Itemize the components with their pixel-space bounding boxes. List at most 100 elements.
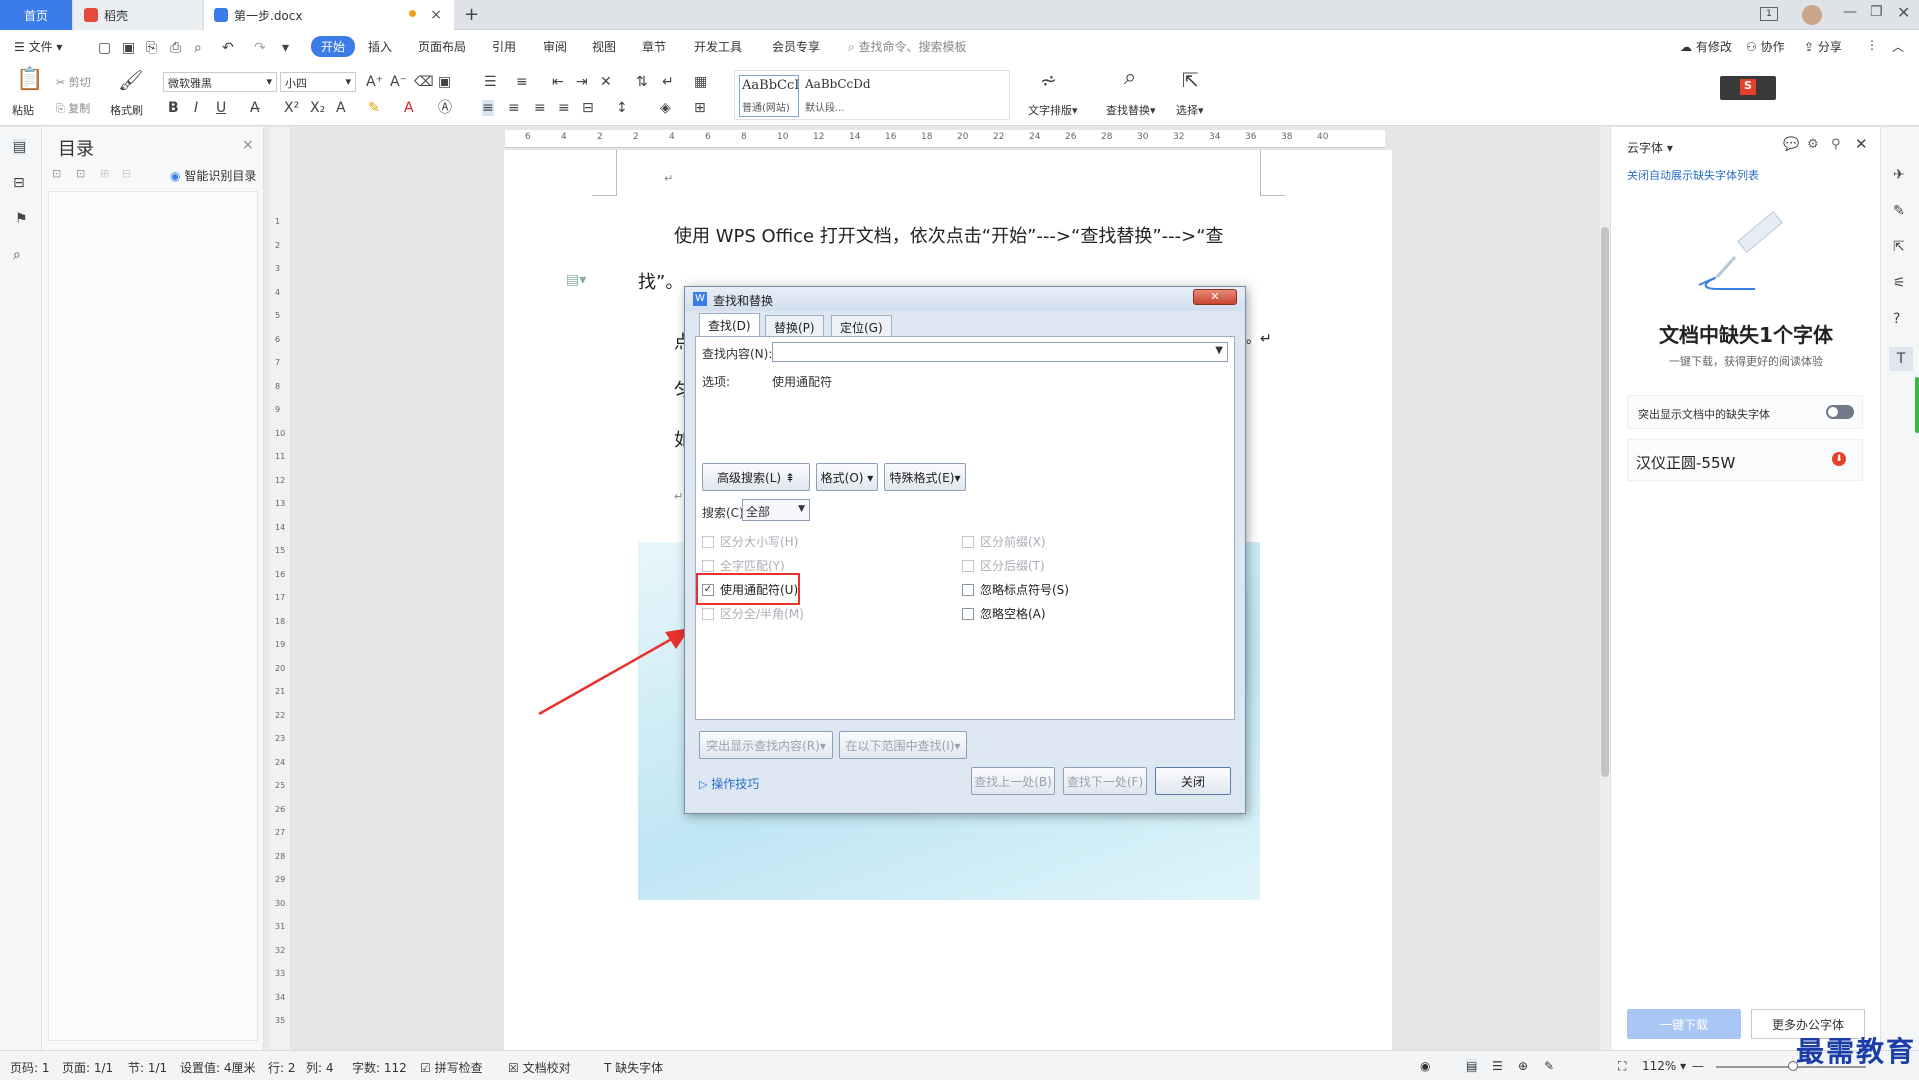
paragraph-handle-icon[interactable]: ▤▾: [566, 272, 586, 288]
new-tab-button[interactable]: +: [464, 4, 479, 25]
modified-button[interactable]: ☁ 有修改: [1680, 38, 1732, 55]
char-border-icon[interactable]: Ⓐ: [438, 100, 452, 116]
highlight-icon[interactable]: ✎: [368, 100, 380, 116]
select-button[interactable]: 选择▾: [1176, 102, 1204, 118]
format-button[interactable]: 格式(O) ▾: [816, 463, 878, 491]
line-spacing-icon[interactable]: ↕: [616, 100, 628, 116]
toc-nav-icon[interactable]: ▤: [13, 139, 27, 155]
format-painter-button[interactable]: 格式刷: [110, 102, 143, 118]
missing-font-status-button[interactable]: T 缺失字体: [604, 1059, 663, 1076]
web-view-icon[interactable]: ⊕: [1518, 1059, 1528, 1073]
text-layout-button[interactable]: 文字排版▾: [1028, 102, 1078, 118]
cloud-font-header[interactable]: 云字体 ▾: [1627, 139, 1673, 156]
chk-whole-word[interactable]: 全字匹配(Y): [702, 557, 785, 574]
toc-close-icon[interactable]: ×: [242, 137, 254, 153]
distribute-icon[interactable]: ⊟: [582, 100, 594, 116]
chat-icon[interactable]: 💬: [1783, 137, 1799, 152]
write-mode-icon[interactable]: ✎: [1544, 1059, 1554, 1073]
cut-button[interactable]: ✂ 剪切: [56, 74, 91, 90]
print-icon[interactable]: ⎙: [170, 40, 181, 56]
justify-icon[interactable]: ≡: [558, 100, 570, 116]
highlight-results-button[interactable]: 突出显示查找内容(R)▾: [699, 731, 833, 759]
fit-page-icon[interactable]: ⛶: [1618, 1059, 1626, 1074]
paste-icon[interactable]: 📋: [16, 69, 43, 91]
underline-icon[interactable]: U: [216, 100, 226, 116]
tab-view[interactable]: 视图: [592, 38, 616, 55]
pin-icon[interactable]: ⚲: [1831, 137, 1841, 152]
find-previous-button[interactable]: 查找上一处(B): [971, 767, 1055, 795]
download-all-button[interactable]: 一键下载: [1627, 1009, 1741, 1039]
dialog-tab-goto[interactable]: 定位(G): [831, 315, 892, 337]
text-layout-icon[interactable]: ⩫: [1040, 70, 1057, 90]
show-marks-icon[interactable]: ↵: [662, 74, 674, 90]
special-format-button[interactable]: 特殊格式(E)▾: [884, 463, 966, 491]
select-cursor-icon[interactable]: ⇱: [1182, 70, 1199, 90]
font-download-icon[interactable]: ⬇: [1832, 452, 1846, 466]
italic-icon[interactable]: I: [194, 100, 198, 116]
search-direction-select[interactable]: 全部 ▼: [742, 499, 810, 521]
zoom-out-icon[interactable]: —: [1692, 1059, 1704, 1073]
status-word-count[interactable]: 字数: 112: [352, 1059, 407, 1076]
sliders-icon[interactable]: ⚟: [1893, 275, 1906, 291]
find-in-range-button[interactable]: 在以下范围中查找(I)▾: [839, 731, 967, 759]
highlight-missing-toggle[interactable]: [1826, 405, 1854, 419]
dialog-titlebar[interactable]: W 查找和替换 ✕: [685, 287, 1245, 311]
bookmark-icon[interactable]: ⚑: [15, 211, 28, 227]
decrease-indent-icon[interactable]: ⇤: [552, 74, 564, 90]
chk-ignore-spaces[interactable]: 忽略空格(A): [962, 605, 1046, 622]
shading-icon[interactable]: ◈: [660, 100, 671, 116]
align-center-icon[interactable]: ≡: [508, 100, 520, 116]
number-list-icon[interactable]: ≡: [516, 74, 528, 90]
page-view-icon[interactable]: ▤: [1466, 1059, 1478, 1073]
subscript-icon[interactable]: X₂: [310, 100, 325, 116]
close-tab-icon[interactable]: ×: [430, 7, 442, 23]
strikethrough-icon[interactable]: A̶: [250, 100, 260, 116]
collapse-ribbon-icon[interactable]: ︿: [1892, 38, 1904, 55]
bold-icon[interactable]: B: [168, 100, 179, 116]
smart-toc-button[interactable]: ◉ 智能识别目录: [170, 167, 256, 184]
new-doc-icon[interactable]: ▢: [98, 40, 111, 56]
font-size-select[interactable]: 小四 ▾: [280, 72, 356, 92]
avatar[interactable]: [1802, 5, 1822, 25]
collab-button[interactable]: ⚇ 协作: [1746, 38, 1785, 55]
font-text-icon[interactable]: T: [1889, 347, 1913, 371]
save-icon[interactable]: ▣: [122, 40, 135, 56]
tab-review[interactable]: 审阅: [543, 38, 567, 55]
feather-icon[interactable]: ✈: [1893, 167, 1905, 183]
find-content-input[interactable]: ▼: [772, 342, 1228, 362]
table-pattern-icon[interactable]: ▦: [694, 74, 707, 90]
dialog-tab-find[interactable]: 查找(D): [699, 313, 760, 337]
help-icon[interactable]: ?: [1893, 311, 1900, 327]
export-icon[interactable]: ⎘: [146, 40, 157, 56]
style-default-para[interactable]: AaBbCcDd 默认段...: [805, 77, 895, 114]
restore-icon[interactable]: ❐: [1870, 4, 1883, 20]
print-preview-icon[interactable]: ⌕: [194, 40, 202, 56]
increase-indent-icon[interactable]: ⇥: [576, 74, 588, 90]
chk-ignore-punctuation[interactable]: 忽略标点符号(S): [962, 581, 1069, 598]
tips-link[interactable]: ▷ 操作技巧: [699, 775, 759, 792]
chapter-nav-icon[interactable]: ⊟: [13, 175, 25, 191]
close-window-icon[interactable]: ✕: [1897, 3, 1910, 22]
minimize-icon[interactable]: —: [1843, 4, 1857, 20]
chk-full-half-width[interactable]: 区分全/半角(M): [702, 605, 804, 622]
bullet-list-icon[interactable]: ☰: [484, 74, 497, 90]
tab-chapter[interactable]: 章节: [642, 38, 666, 55]
edit-pen-icon[interactable]: ✎: [1893, 203, 1905, 219]
text-effect-icon[interactable]: A: [336, 100, 346, 116]
toc-remove-icon[interactable]: ⊟: [122, 167, 131, 180]
redo-icon[interactable]: ↷: [254, 40, 266, 56]
dialog-close-icon[interactable]: ✕: [1193, 289, 1237, 305]
shrink-font-icon[interactable]: A⁻: [390, 74, 407, 90]
more-icon[interactable]: ⋮: [1866, 38, 1878, 52]
tab-home[interactable]: 首页: [0, 0, 72, 30]
search-icon[interactable]: ⌕: [13, 247, 21, 263]
text-border-icon[interactable]: ▣: [438, 74, 451, 90]
tab-insert[interactable]: 插入: [368, 38, 392, 55]
zoom-select[interactable]: 112% ▾: [1642, 1059, 1686, 1073]
font-color-icon[interactable]: A: [404, 100, 414, 116]
tab-devtools[interactable]: 开发工具: [694, 38, 742, 55]
chk-match-case[interactable]: 区分大小写(H): [702, 533, 798, 550]
style-normal-web[interactable]: AaBbCcI 普通(网站): [739, 75, 799, 117]
clear-format-icon[interactable]: ⌫: [414, 74, 434, 90]
tab-daoke[interactable]: 稻壳: [74, 0, 202, 30]
